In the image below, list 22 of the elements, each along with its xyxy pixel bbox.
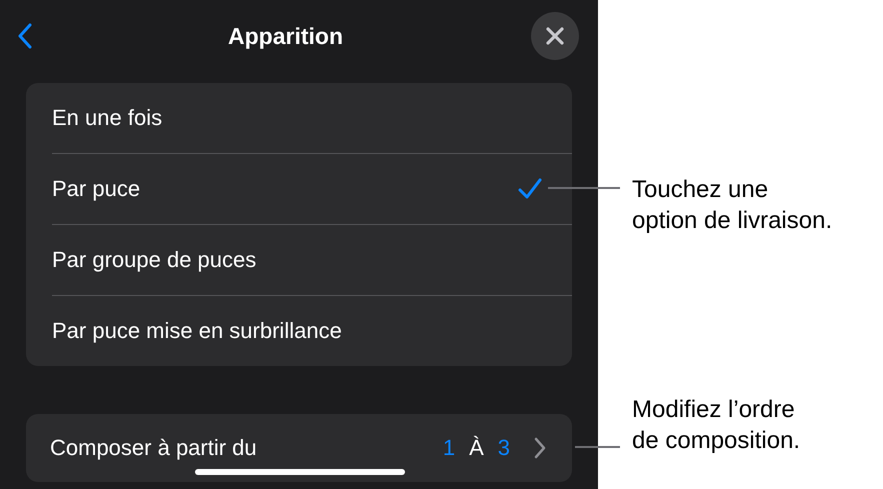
popover-title: Apparition (228, 22, 343, 50)
option-label: Par groupe de puces (52, 247, 256, 273)
build-separator: À (469, 435, 484, 461)
back-icon (18, 23, 32, 49)
build-order-row[interactable]: Composer à partir du 1 À 3 (26, 414, 572, 482)
leader-line (548, 187, 620, 189)
option-label: Par puce mise en surbrillance (52, 318, 342, 344)
close-button[interactable] (531, 12, 579, 60)
option-row[interactable]: Par groupe de puces (52, 224, 572, 295)
build-end-number: 3 (498, 435, 510, 461)
option-row[interactable]: Par puce (52, 153, 572, 224)
chevron-icon (534, 437, 546, 459)
callout-text: Modifiez l’ordre de composition. (632, 395, 800, 456)
close-icon (546, 27, 564, 45)
build-label: Composer à partir du (50, 435, 257, 461)
callout-text: Touchez une option de livraison. (632, 175, 832, 236)
option-row[interactable]: En une fois (52, 83, 572, 153)
option-label: En une fois (52, 105, 162, 131)
option-row[interactable]: Par puce mise en surbrillance (52, 295, 572, 366)
leader-line (575, 446, 620, 448)
build-start-number: 1 (442, 435, 456, 461)
option-label: Par puce (52, 176, 140, 202)
